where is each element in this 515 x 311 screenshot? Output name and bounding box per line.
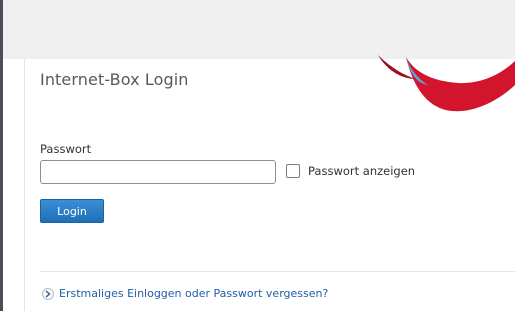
show-password-label[interactable]: Passwort anzeigen: [308, 164, 415, 178]
top-header-bar: [3, 0, 515, 59]
page-title: Internet-Box Login: [40, 70, 189, 89]
login-button-label: Login: [57, 204, 87, 218]
show-password-checkbox[interactable]: [286, 164, 300, 178]
password-label: Passwort: [40, 142, 92, 156]
chevron-right-icon[interactable]: [42, 288, 54, 300]
help-link[interactable]: Erstmaliges Einloggen oder Passwort verg…: [59, 287, 328, 300]
brand-swoosh-logo: [378, 55, 515, 112]
login-button[interactable]: Login: [40, 199, 104, 223]
section-divider: [40, 271, 515, 272]
password-field[interactable]: [40, 160, 276, 184]
